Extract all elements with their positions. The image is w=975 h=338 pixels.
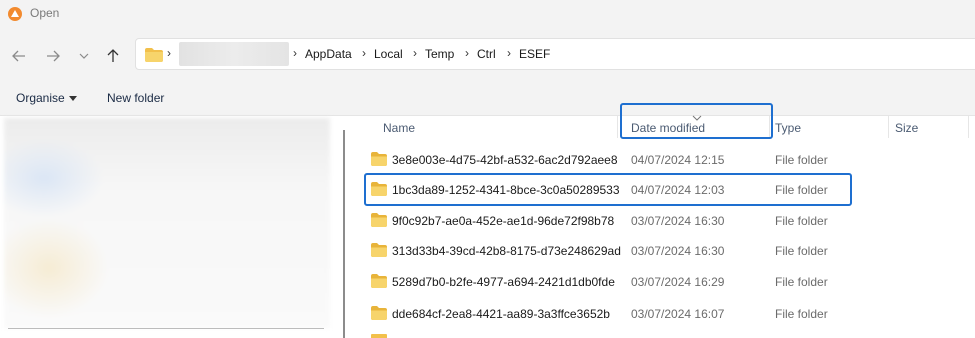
file-row[interactable]: 5289d7b0-b2fe-4977-a694-2421d1db0fde 03/… [365,272,845,292]
chevron-down-icon [79,53,89,59]
file-type: File folder [775,214,828,228]
file-name: dde684cf-2ea8-4421-aa89-3a3ffce3652b [392,307,610,321]
file-date-modified: 03/07/2024 16:29 [631,275,725,289]
file-type: File folder [775,153,828,167]
file-name: 3e8e003e-4d75-42bf-a532-6ac2d792aee8 [392,153,618,167]
breadcrumb-ctrl[interactable]: Ctrl [477,47,496,61]
forward-button[interactable] [41,45,65,67]
navigation-pane-redacted [4,118,330,328]
breadcrumb-separator[interactable]: › [507,46,511,60]
navigation-pane[interactable] [0,116,345,338]
folder-icon [371,213,387,227]
navigation-pane-divider [8,328,324,329]
new-folder-button[interactable]: New folder [107,91,164,105]
dropdown-caret-icon [68,96,77,102]
file-type: File folder [775,307,828,321]
organise-label: Organise [16,91,65,105]
column-header-type[interactable]: Type [775,121,801,145]
breadcrumb-separator[interactable]: › [293,46,297,60]
breadcrumb-esef[interactable]: ESEF [519,47,550,61]
highlight-selected-row [364,173,852,206]
folder-icon [371,306,387,320]
column-divider[interactable] [888,116,889,138]
window-title: Open [30,6,60,20]
breadcrumb-temp[interactable]: Temp [425,47,454,61]
file-list: Name Date modified Type Size 3e8e003e-4d… [355,115,975,338]
file-name: 9f0c92b7-ae0a-452e-ae1d-96de72f98b78 [392,214,615,228]
back-button[interactable] [7,45,31,67]
up-button[interactable] [101,45,125,67]
column-divider[interactable] [968,116,969,138]
recent-locations-button[interactable] [72,45,96,67]
arrow-right-icon [47,50,60,62]
file-row[interactable]: dde684cf-2ea8-4421-aa89-3a3ffce3652b 03/… [365,304,845,324]
file-name: 5289d7b0-b2fe-4977-a694-2421d1db0fde [392,275,615,289]
breadcrumb-separator[interactable]: › [362,46,366,60]
file-date-modified: 03/07/2024 16:30 [631,214,725,228]
address-bar[interactable]: › › AppData › Local › Temp › Ctrl › ESEF [135,38,975,70]
organise-button[interactable]: Organise [16,91,77,105]
app-icon [8,7,22,21]
file-date-modified: 04/07/2024 12:15 [631,153,725,167]
breadcrumb-local[interactable]: Local [374,47,403,61]
file-type: File folder [775,244,828,258]
file-row[interactable]: 313d33b4-39cd-42b8-8175-d73e248629ad 03/… [365,241,845,261]
file-date-modified: 03/07/2024 16:30 [631,244,725,258]
file-type: File folder [775,275,828,289]
column-header-size[interactable]: Size [895,121,918,145]
file-row[interactable]: 3e8e003e-4d75-42bf-a532-6ac2d792aee8 04/… [365,150,845,170]
column-header-name[interactable]: Name [383,121,415,145]
navigation-pane-scrollbar[interactable] [343,130,345,338]
arrow-left-icon [12,50,25,62]
highlight-date-modified-header [620,103,773,139]
command-bar: Organise New folder [0,82,975,116]
folder-icon [371,274,387,288]
file-date-modified: 03/07/2024 16:07 [631,307,725,321]
arrow-up-icon [107,49,119,62]
folder-icon [371,152,387,166]
breadcrumb-redacted[interactable] [179,42,289,66]
column-divider[interactable] [617,116,618,138]
breadcrumb-appdata[interactable]: AppData [305,47,352,61]
navigation-row: › › AppData › Local › Temp › Ctrl › ESEF [0,28,975,82]
file-name: 313d33b4-39cd-42b8-8175-d73e248629ad [392,244,621,258]
folder-icon [145,48,163,62]
file-row[interactable]: 9f0c92b7-ae0a-452e-ae1d-96de72f98b78 03/… [365,211,845,231]
folder-icon [371,243,387,257]
folder-icon-partial [371,334,387,338]
breadcrumb-separator[interactable]: › [413,46,417,60]
breadcrumb-separator[interactable]: › [465,46,469,60]
breadcrumb-separator[interactable]: › [167,46,171,60]
title-bar: Open [0,0,975,28]
